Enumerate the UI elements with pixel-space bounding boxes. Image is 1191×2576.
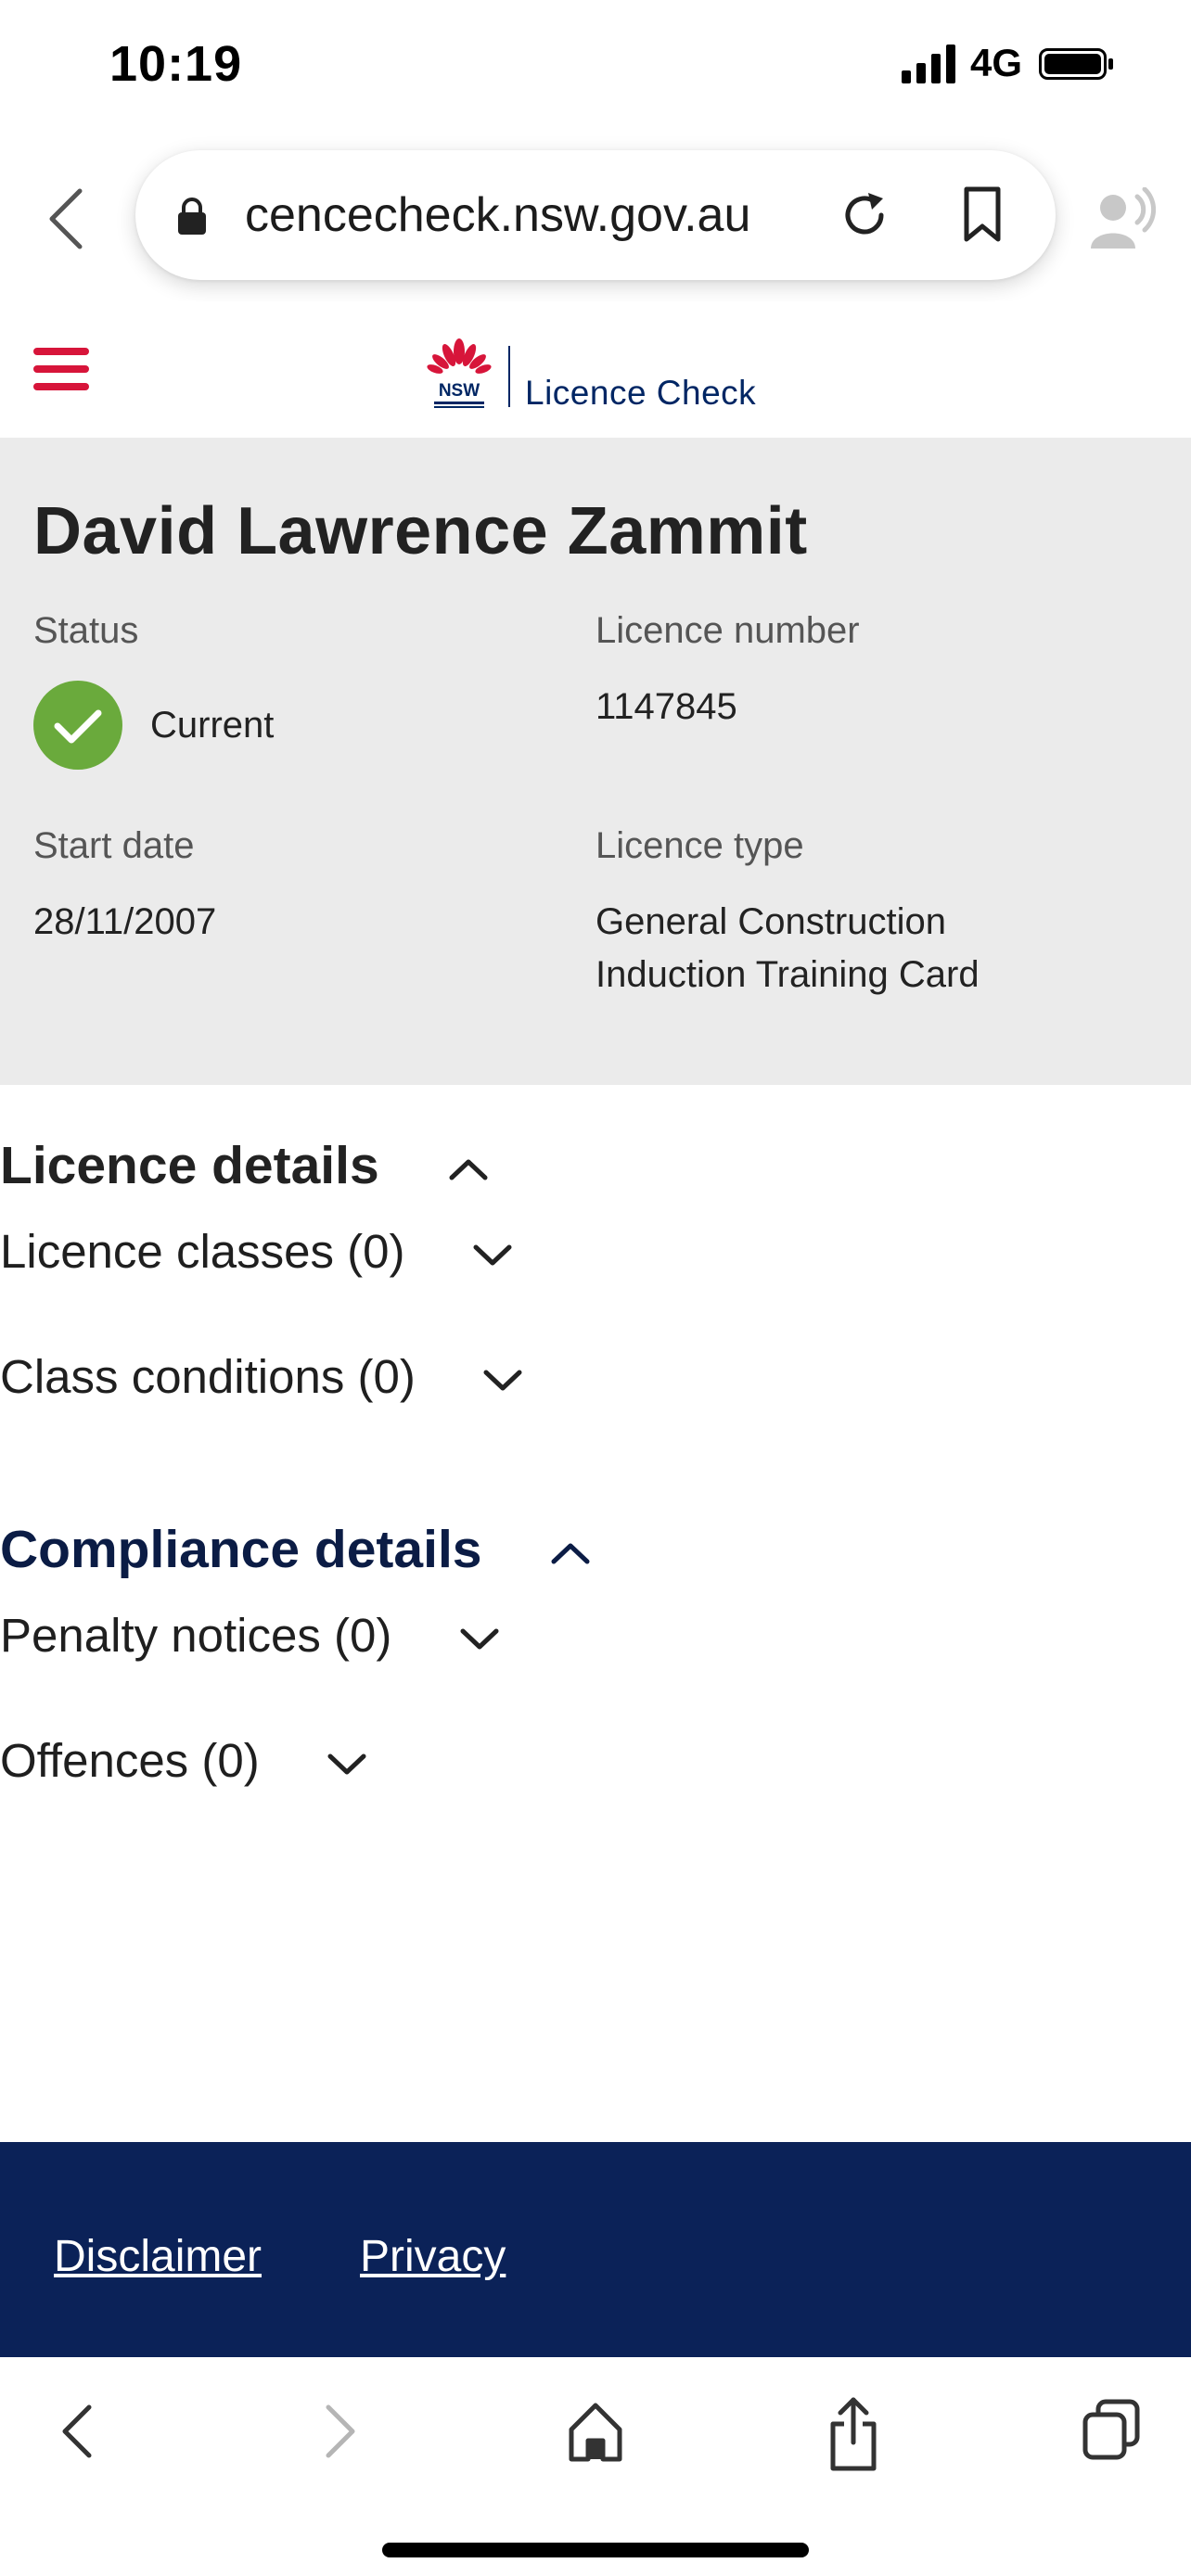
offences-label: Offences (0) [0,1734,260,1787]
forward-icon[interactable] [317,2394,362,2468]
licence-type-line: Induction Training Card [596,954,980,995]
nsw-logo-text: NSW [439,381,480,401]
licence-holder-name: David Lawrence Zammit [33,494,808,568]
logo-divider [508,346,510,407]
status-current-icon [33,681,122,770]
chevron-down-icon [327,1753,366,1775]
penalty-notices-toggle[interactable]: Penalty notices (0) [0,1608,502,1663]
status-label: Status [33,610,139,651]
reload-icon[interactable] [837,187,892,243]
ios-status-bar: 10:19 4G [0,0,1191,139]
browser-back-icon[interactable] [43,182,89,256]
chevron-down-icon [483,1370,522,1391]
read-aloud-icon[interactable] [1087,187,1156,250]
url-field[interactable]: cencecheck.nsw.gov.au [135,150,1056,280]
disclaimer-link[interactable]: Disclaimer [54,2231,262,2282]
home-indicator[interactable] [382,2543,809,2557]
nsw-government-logo: NSW [427,338,492,408]
licence-details-heading[interactable]: Licence details [0,1135,491,1196]
compliance-details-title: Compliance details [0,1520,482,1579]
compliance-details-heading[interactable]: Compliance details [0,1519,593,1580]
licence-classes-toggle[interactable]: Licence classes (0) [0,1224,515,1279]
browser-address-bar: cencecheck.nsw.gov.au [0,139,1191,301]
licence-type-label: Licence type [596,825,804,866]
site-title: Licence Check [525,374,757,412]
status-time: 10:19 [109,36,243,92]
licence-classes-label: Licence classes (0) [0,1225,405,1278]
battery-icon [1039,48,1113,80]
start-date-value: 28/11/2007 [33,901,217,942]
licence-summary-panel: David Lawrence Zammit Status Current Lic… [0,438,1191,1085]
site-header: NSW Licence Check [0,301,1191,438]
site-footer: Disclaimer Privacy [0,2142,1191,2357]
privacy-link[interactable]: Privacy [360,2231,506,2282]
status-value: Current [150,705,275,746]
chevron-up-icon [449,1159,488,1180]
cellular-signal-icon [902,45,955,83]
class-conditions-toggle[interactable]: Class conditions (0) [0,1349,525,1404]
licence-number-label: Licence number [596,610,860,651]
penalty-notices-label: Penalty notices (0) [0,1609,392,1662]
menu-icon[interactable] [33,348,89,390]
chevron-down-icon [460,1628,499,1650]
browser-toolbar [0,2357,1191,2576]
tabs-icon[interactable] [1080,2394,1143,2468]
licence-type-value: General Construction Induction Training … [596,896,980,1001]
bookmark-icon[interactable] [959,185,1005,245]
chevron-up-icon [551,1543,590,1564]
offences-toggle[interactable]: Offences (0) [0,1733,369,1788]
licence-number-value: 1147845 [596,686,737,727]
class-conditions-label: Class conditions (0) [0,1350,416,1403]
start-date-label: Start date [33,825,195,866]
licence-details-title: Licence details [0,1136,379,1195]
network-type: 4G [970,41,1023,84]
back-icon[interactable] [56,2394,100,2468]
chevron-down-icon [473,1244,512,1266]
share-icon[interactable] [826,2394,881,2474]
home-icon[interactable] [566,2394,625,2468]
lock-icon [178,198,206,235]
licence-type-line: General Construction [596,901,946,942]
